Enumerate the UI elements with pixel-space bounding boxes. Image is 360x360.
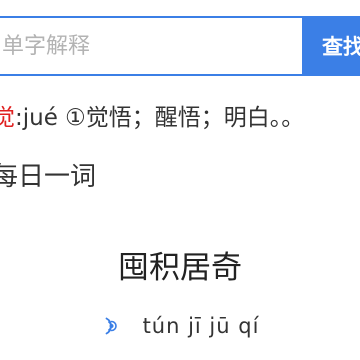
definition-line: 觉:jué ①觉悟；醒悟；明白。。: [0, 102, 360, 134]
daily-word-title: 每日一词: [0, 162, 97, 192]
search-bar: [0, 16, 302, 76]
speaker-icon[interactable]: [101, 315, 123, 337]
daily-word: 囤积居奇: [118, 250, 242, 286]
definition-text: :jué ①觉悟；醒悟；明白。。: [15, 105, 305, 131]
daily-word-pinyin: tún jī jū qí: [142, 314, 260, 338]
page: 查找 觉:jué ①觉悟；醒悟；明白。。 每日一词 囤积居奇 tún jī jū…: [0, 0, 360, 360]
definition-character: 觉: [0, 105, 15, 131]
pinyin-row: tún jī jū qí: [0, 308, 360, 344]
search-button[interactable]: 查找: [302, 16, 360, 76]
search-input[interactable]: [0, 33, 302, 59]
